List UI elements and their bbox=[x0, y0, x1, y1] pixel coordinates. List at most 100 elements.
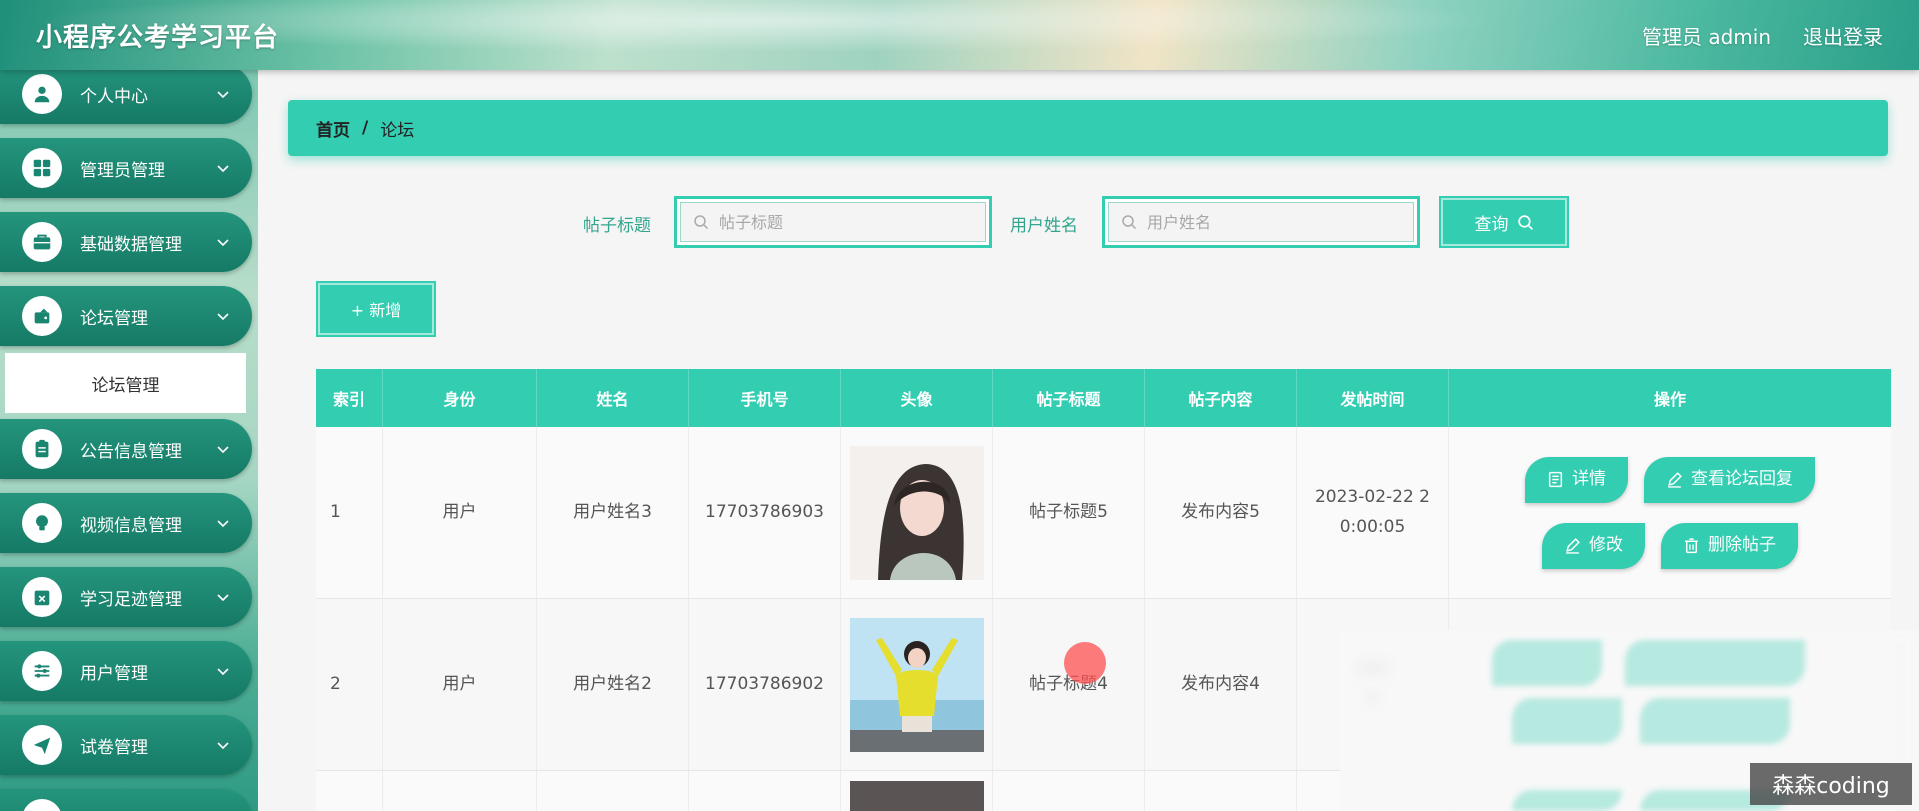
top-header: 小程序公考学习平台 管理员 admin 退出登录 bbox=[0, 0, 1919, 70]
header-role: 身份 bbox=[383, 369, 537, 427]
sidebar-item-more[interactable] bbox=[0, 789, 252, 811]
post-time-line2: 0:00:05 bbox=[1339, 516, 1406, 537]
sidebar-item-label: 管理员管理 bbox=[80, 160, 165, 181]
header-post-title: 帖子标题 bbox=[993, 369, 1145, 427]
breadcrumb-home[interactable]: 首页 bbox=[316, 116, 350, 141]
sidebar-item-admin-management[interactable]: 管理员管理 bbox=[0, 138, 252, 198]
delete-post-button[interactable]: 删除帖子 bbox=[1661, 522, 1798, 569]
search-bar: 帖子标题 用户姓名 查询 bbox=[258, 196, 1919, 248]
calendar-x-icon bbox=[22, 577, 62, 617]
blurred-button bbox=[1625, 640, 1805, 686]
cell-actions: 详情 查看论坛回复 修改 删除帖子 bbox=[1449, 427, 1891, 598]
add-button-label: + 新增 bbox=[350, 301, 402, 320]
chevron-down-icon bbox=[217, 520, 229, 528]
chevron-down-icon bbox=[217, 165, 229, 173]
chevron-down-icon bbox=[217, 91, 229, 99]
logout-link[interactable]: 退出登录 bbox=[1803, 21, 1883, 50]
sidebar-item-forum-management[interactable]: 论坛管理 bbox=[0, 286, 252, 346]
sidebar-item-label: 试卷管理 bbox=[80, 737, 148, 758]
pen-icon bbox=[1566, 538, 1580, 554]
blurred-button bbox=[1512, 698, 1622, 744]
header-phone: 手机号 bbox=[689, 369, 841, 427]
avatar[interactable] bbox=[849, 445, 984, 580]
chevron-down-icon bbox=[217, 594, 229, 602]
sidebar-item-label: 基础数据管理 bbox=[80, 234, 182, 255]
add-button[interactable]: + 新增 bbox=[316, 281, 436, 337]
watermark: 森森coding bbox=[1750, 763, 1912, 805]
cell-post-content: 发布内容5 bbox=[1145, 427, 1297, 598]
sidebar-item-study-footprint[interactable]: 学习足迹管理 bbox=[0, 567, 252, 627]
delete-post-button-label: 删除帖子 bbox=[1708, 534, 1776, 555]
sidebar-item-announcement[interactable]: 公告信息管理 bbox=[0, 419, 252, 479]
edit-button-label: 修改 bbox=[1589, 534, 1623, 555]
admin-user-label: 管理员 admin bbox=[1641, 24, 1771, 49]
cell-role: 用户 bbox=[383, 427, 537, 598]
header-name: 姓名 bbox=[537, 369, 689, 427]
sidebar-item-label: 公告信息管理 bbox=[80, 441, 182, 462]
cell-name: 用户姓名2 bbox=[537, 599, 689, 770]
chevron-down-icon bbox=[217, 742, 229, 750]
clipboard-icon bbox=[22, 429, 62, 469]
post-time-line1: 2023-02-22 2 bbox=[1314, 486, 1430, 507]
chevron-down-icon bbox=[217, 313, 229, 321]
sliders-icon bbox=[22, 651, 62, 691]
header-post-content: 帖子内容 bbox=[1145, 369, 1297, 427]
query-button[interactable]: 查询 bbox=[1439, 196, 1569, 248]
search-icon bbox=[694, 215, 709, 230]
sidebar-item-label: 用户管理 bbox=[80, 663, 148, 684]
briefcase-icon bbox=[22, 222, 62, 262]
breadcrumb-current: 论坛 bbox=[380, 120, 415, 141]
grid-icon bbox=[22, 148, 62, 188]
header-avatar: 头像 bbox=[841, 369, 993, 427]
cell-role: 用户 bbox=[383, 599, 537, 770]
cell-post-title: 帖子标题5 bbox=[993, 427, 1145, 598]
user-name-input[interactable] bbox=[1147, 212, 1387, 232]
submenu-item-forum-management[interactable]: 论坛管理 bbox=[5, 353, 246, 413]
wallet-icon bbox=[22, 296, 62, 336]
chevron-down-icon bbox=[217, 668, 229, 676]
pen-icon bbox=[1668, 472, 1682, 488]
click-indicator bbox=[1064, 642, 1106, 684]
sidebar-item-user-management[interactable]: 用户管理 bbox=[0, 641, 252, 701]
header-user-area: 管理员 admin 退出登录 bbox=[1642, 21, 1883, 50]
sidebar-item-personal-center[interactable]: 个人中心 bbox=[0, 70, 252, 124]
cell-phone: 17703786902 bbox=[689, 599, 841, 770]
blurred-button bbox=[1640, 698, 1790, 744]
view-replies-button-label: 查看论坛回复 bbox=[1691, 468, 1793, 489]
chevron-down-icon bbox=[217, 446, 229, 454]
cell-name: 用户姓名3 bbox=[537, 427, 689, 598]
chevron-down-icon bbox=[217, 239, 229, 247]
detail-button[interactable]: 详情 bbox=[1525, 456, 1628, 503]
sidebar-item-label: 视频信息管理 bbox=[80, 515, 182, 536]
avatar[interactable] bbox=[849, 781, 984, 811]
blurred-button bbox=[1512, 790, 1622, 811]
sidebar-item-label: 论坛管理 bbox=[80, 308, 148, 329]
header-actions: 操作 bbox=[1653, 390, 1686, 409]
sidebar-item-video[interactable]: 视频信息管理 bbox=[0, 493, 252, 553]
sidebar-item-base-data[interactable]: 基础数据管理 bbox=[0, 212, 252, 272]
sidebar-item-label: 个人中心 bbox=[80, 86, 148, 107]
cell-avatar bbox=[841, 427, 993, 598]
table-header: 索引 身份 姓名 手机号 头像 帖子标题 帖子内容 发帖时间 操作 bbox=[316, 369, 1891, 427]
post-title-field bbox=[674, 196, 992, 248]
edit-button[interactable]: 修改 bbox=[1542, 522, 1645, 569]
sidebar-item-label: 学习足迹管理 bbox=[80, 589, 182, 610]
avatar[interactable] bbox=[849, 617, 984, 752]
header-post-time: 发帖时间 bbox=[1297, 369, 1449, 427]
post-title-input[interactable] bbox=[719, 212, 959, 232]
breadcrumb-separator: / bbox=[362, 118, 369, 138]
trash-icon bbox=[1685, 538, 1698, 554]
cell-phone: 17703786903 bbox=[689, 427, 841, 598]
sidebar-item-exam-paper[interactable]: 试卷管理 bbox=[0, 715, 252, 775]
app-title: 小程序公考学习平台 bbox=[36, 22, 280, 53]
detail-button-label: 详情 bbox=[1572, 468, 1606, 489]
cell-post-time: 2023-02-22 2 0:00:05 bbox=[1297, 427, 1449, 598]
user-name-field bbox=[1102, 196, 1420, 248]
cell-index: 1 bbox=[316, 427, 383, 598]
post-title-label: 帖子标题 bbox=[583, 216, 651, 236]
view-replies-button[interactable]: 查看论坛回复 bbox=[1644, 456, 1815, 503]
cell-avatar bbox=[841, 599, 993, 770]
search-icon bbox=[1517, 214, 1533, 230]
cell-post-title: 帖子标题4 bbox=[993, 599, 1145, 770]
user-name-label: 用户姓名 bbox=[1010, 216, 1078, 236]
